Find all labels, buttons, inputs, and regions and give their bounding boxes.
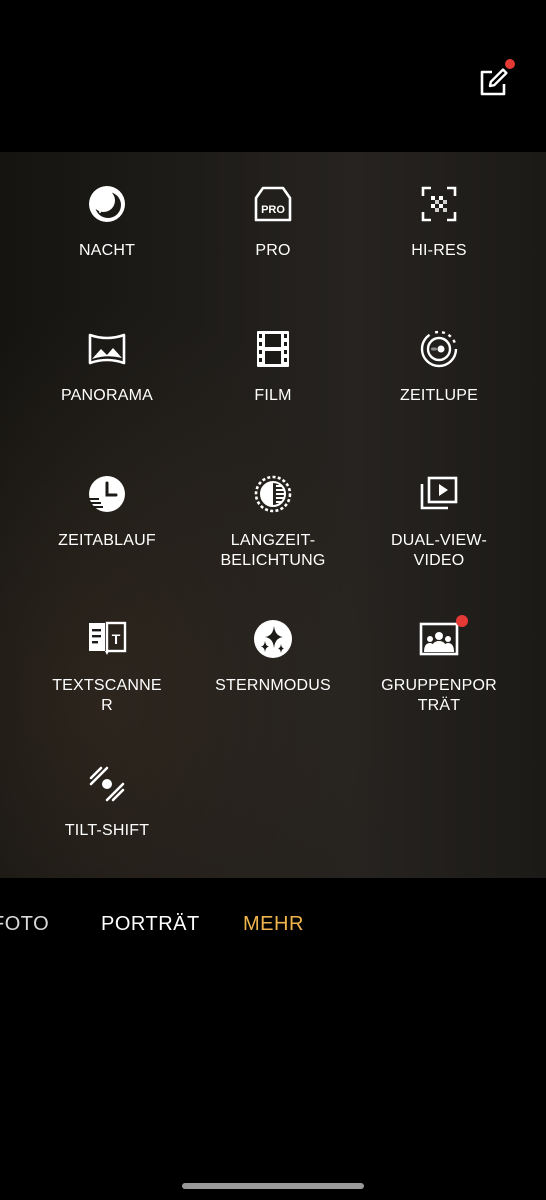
mode-label: DUAL-VIEW- VIDEO <box>391 532 487 569</box>
mode-zeitlupe[interactable]: ZEITLUPE <box>348 297 530 407</box>
panorama-icon <box>87 329 127 369</box>
mode-label: TEXTSCANNE R <box>52 677 162 714</box>
night-mode-icon <box>87 184 127 224</box>
mode-dual-view-video[interactable]: DUAL-VIEW- VIDEO <box>348 442 530 569</box>
mode-nacht[interactable]: NACHT <box>16 152 198 262</box>
edit-notification-dot <box>505 59 515 69</box>
mode-gruppenportraet[interactable]: GRUPPENPOR TRÄT <box>348 587 530 714</box>
tab-foto[interactable]: FOTO <box>0 912 49 936</box>
mode-label: FILM <box>254 387 292 404</box>
mode-hi-res[interactable]: HI-RES <box>348 152 530 262</box>
tilt-shift-icon <box>87 764 127 804</box>
mode-textscanner[interactable]: T TEXTSCANNE R <box>16 587 198 714</box>
mode-label: TILT-SHIFT <box>64 822 150 839</box>
film-strip-icon <box>253 329 293 369</box>
tab-portraet[interactable]: PORTRÄT <box>101 912 200 936</box>
mode-label: ZEITLUPE <box>399 387 479 404</box>
mode-label: NACHT <box>78 242 136 259</box>
mode-zeitablauf[interactable]: ZEITABLAUF <box>16 442 198 552</box>
more-modes-panel: NACHT PRO PRO HI-RES PANORAMA FILM ZEITL… <box>0 152 546 878</box>
slow-motion-icon <box>419 329 459 369</box>
mode-langzeitbelichtung[interactable]: LANGZEIT- BELICHTUNG <box>182 442 364 569</box>
svg-text:T: T <box>112 631 121 647</box>
mode-pro[interactable]: PRO PRO <box>182 152 364 262</box>
camera-mode-tab-bar: FOTO PORTRÄT MEHR <box>0 878 546 972</box>
mode-label: STERNMODUS <box>215 677 331 694</box>
mode-label: PRO <box>255 242 291 259</box>
mode-label: HI-RES <box>411 242 467 259</box>
group-portrait-icon <box>419 619 459 659</box>
new-mode-badge <box>456 615 468 627</box>
hi-res-grid-icon <box>419 184 459 224</box>
pro-camera-icon: PRO <box>253 184 293 224</box>
svg-text:PRO: PRO <box>261 204 285 216</box>
time-lapse-clock-icon <box>87 474 127 514</box>
dual-view-video-icon <box>419 474 459 514</box>
mode-film[interactable]: FILM <box>182 297 364 407</box>
mode-label: PANORAMA <box>61 387 153 404</box>
home-indicator[interactable] <box>182 1183 364 1189</box>
top-bar <box>0 0 546 152</box>
star-mode-icon <box>253 619 293 659</box>
text-scanner-icon: T <box>87 619 127 659</box>
edit-modes-button[interactable] <box>476 59 515 100</box>
mode-label: LANGZEIT- BELICHTUNG <box>220 532 326 569</box>
tab-mehr[interactable]: MEHR <box>243 912 304 936</box>
mode-panorama[interactable]: PANORAMA <box>16 297 198 407</box>
edit-square-icon <box>476 64 512 100</box>
mode-tilt-shift[interactable]: TILT-SHIFT <box>16 732 198 842</box>
mode-sternmodus[interactable]: STERNMODUS <box>182 587 364 697</box>
long-exposure-icon <box>253 474 293 514</box>
camera-controls-area <box>0 972 546 1200</box>
mode-label: GRUPPENPOR TRÄT <box>381 677 497 714</box>
mode-label: ZEITABLAUF <box>58 532 156 549</box>
